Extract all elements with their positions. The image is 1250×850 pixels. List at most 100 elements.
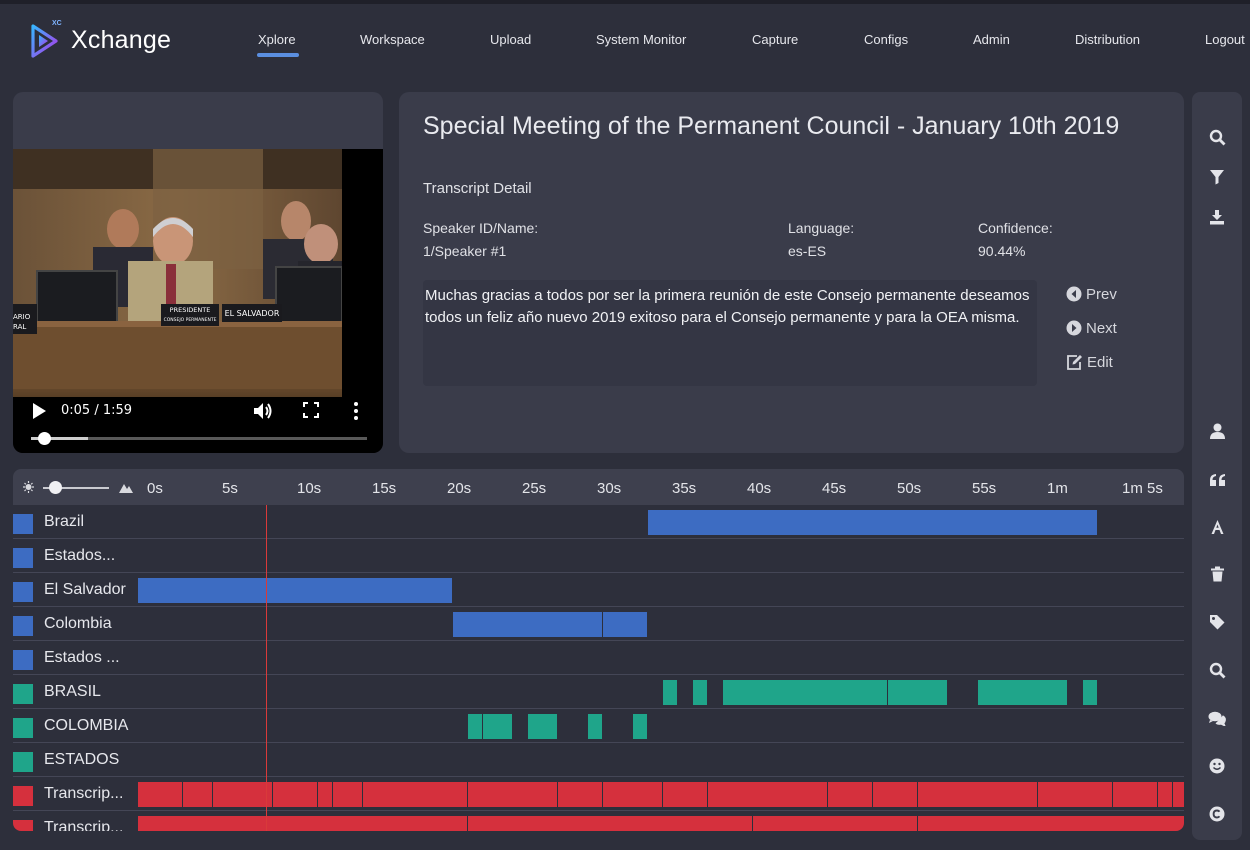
timeline-segment[interactable] (318, 782, 332, 807)
track-label: COLOMBIA (44, 717, 129, 734)
comments-icon[interactable] (1207, 708, 1227, 728)
nav-active-indicator (257, 53, 299, 57)
track-label: Transcrip... (44, 785, 124, 802)
zoom-slider-handle[interactable] (49, 481, 62, 494)
timeline-segment[interactable] (333, 782, 362, 807)
timeline-segment[interactable] (138, 578, 452, 603)
timeline-segment[interactable] (978, 680, 1067, 705)
timeline-row[interactable]: Colombia (13, 607, 1184, 641)
timeline-segment[interactable] (483, 714, 512, 739)
timeline-segment[interactable] (468, 816, 752, 831)
speaker-label: Speaker ID/Name: (423, 220, 539, 236)
timeline-segment[interactable] (603, 612, 647, 637)
placard-consejo: CONSEJO PERMANENTE (164, 317, 217, 323)
timeline-segment[interactable] (693, 680, 707, 705)
filter-icon[interactable] (1207, 167, 1227, 187)
play-icon[interactable] (31, 402, 47, 420)
track-color-swatch (13, 650, 33, 670)
video-progress-bar[interactable] (31, 432, 367, 445)
timeline-segment[interactable] (723, 680, 887, 705)
copyright-icon[interactable] (1207, 804, 1227, 824)
next-button[interactable]: Next (1066, 318, 1117, 338)
timeline-segment[interactable] (183, 782, 212, 807)
nav-admin[interactable]: Admin (973, 32, 1010, 47)
nav-workspace[interactable]: Workspace (360, 32, 425, 47)
search-alt-icon[interactable] (1207, 660, 1227, 680)
track-label: Estados ... (44, 649, 120, 666)
chevron-right-circle-icon (1066, 320, 1082, 336)
timeline-segment[interactable] (558, 782, 602, 807)
timeline-segment[interactable] (1173, 782, 1184, 807)
quote-icon[interactable] (1207, 470, 1227, 490)
timeline-segment[interactable] (708, 782, 827, 807)
next-label: Next (1086, 319, 1117, 337)
timeline-row[interactable]: Transcrip... (13, 777, 1184, 811)
timeline-row[interactable]: Estados... (13, 539, 1184, 573)
nav-upload[interactable]: Upload (490, 32, 531, 47)
timeline-segment[interactable] (468, 714, 482, 739)
timeline-segment[interactable] (468, 782, 557, 807)
timeline-segment[interactable] (588, 714, 602, 739)
video-frame-image: PRESIDENTE CONSEJO PERMANENTE EL SALVADO… (13, 149, 342, 397)
video-time: 0:05 / 1:59 (61, 403, 133, 418)
more-options-icon[interactable] (353, 401, 359, 421)
tag-icon[interactable] (1207, 612, 1227, 632)
timeline-segment[interactable] (648, 510, 1097, 535)
timeline-tick-label: 1m 5s (1122, 480, 1163, 497)
timeline-segment[interactable] (138, 782, 182, 807)
download-icon[interactable] (1207, 207, 1227, 227)
video-scrubber-handle[interactable] (38, 432, 52, 445)
timeline-segment[interactable] (1038, 782, 1112, 807)
timeline-segment[interactable] (1083, 680, 1097, 705)
timeline-segment[interactable] (918, 782, 1037, 807)
timeline-segment[interactable] (363, 782, 467, 807)
nav-distribution[interactable]: Distribution (1075, 32, 1140, 47)
transcript-text[interactable]: Muchas gracias a todos por ser la primer… (423, 280, 1037, 386)
timeline-tick-label: 35s (672, 480, 697, 497)
nav-configs[interactable]: Configs (864, 32, 908, 47)
timeline-segment[interactable] (273, 782, 317, 807)
timeline-segment[interactable] (1158, 782, 1172, 807)
timeline-row[interactable]: Transcrip... (13, 811, 1184, 831)
timeline-row[interactable]: Estados ... (13, 641, 1184, 675)
timeline-row[interactable]: ESTADOS (13, 743, 1184, 777)
video-player[interactable]: PRESIDENTE CONSEJO PERMANENTE EL SALVADO… (13, 149, 383, 453)
timeline-segment[interactable] (633, 714, 647, 739)
timeline-row[interactable]: BRASIL (13, 675, 1184, 709)
timeline-segment[interactable] (663, 782, 707, 807)
fullscreen-icon[interactable] (303, 402, 319, 418)
nav-xplore[interactable]: Xplore (258, 32, 296, 47)
timeline-segment[interactable] (138, 816, 467, 831)
timeline-header: 0s 5s 10s 15s 20s 25s 30s 35s 40s 45s 50s 55s 1m 1m 5… (13, 469, 1184, 505)
timeline-segment[interactable] (453, 612, 602, 637)
trash-icon[interactable] (1207, 564, 1227, 584)
timeline-row[interactable]: El Salvador (13, 573, 1184, 607)
playhead[interactable] (265, 505, 267, 831)
nav-capture[interactable]: Capture (752, 32, 798, 47)
timeline-segment[interactable] (828, 782, 872, 807)
volume-icon[interactable] (253, 402, 273, 420)
timeline-segment[interactable] (888, 680, 947, 705)
timeline-segment[interactable] (918, 816, 1184, 831)
font-icon[interactable] (1207, 517, 1227, 537)
timeline-segment[interactable] (663, 680, 677, 705)
app-logo[interactable]: XC Xchange (28, 20, 178, 64)
nav-system-monitor[interactable]: System Monitor (596, 32, 686, 47)
page-title: Special Meeting of the Permanent Council… (423, 112, 1120, 140)
timeline-row[interactable]: COLOMBIA (13, 709, 1184, 743)
zoom-in-icon[interactable] (119, 481, 133, 493)
prev-button[interactable]: Prev (1066, 284, 1117, 304)
timeline-segment[interactable] (528, 714, 557, 739)
user-icon[interactable] (1207, 421, 1227, 441)
timeline-segment[interactable] (753, 816, 917, 831)
timeline-segment[interactable] (873, 782, 917, 807)
timeline-segment[interactable] (1113, 782, 1157, 807)
timeline-row[interactable]: Brazil (13, 505, 1184, 539)
zoom-out-icon[interactable] (22, 480, 35, 493)
timeline-segment[interactable] (213, 782, 272, 807)
edit-button[interactable]: Edit (1066, 352, 1113, 372)
smile-icon[interactable] (1207, 756, 1227, 776)
timeline-segment[interactable] (603, 782, 662, 807)
search-icon[interactable] (1207, 127, 1227, 147)
nav-logout[interactable]: Logout (1205, 32, 1245, 47)
